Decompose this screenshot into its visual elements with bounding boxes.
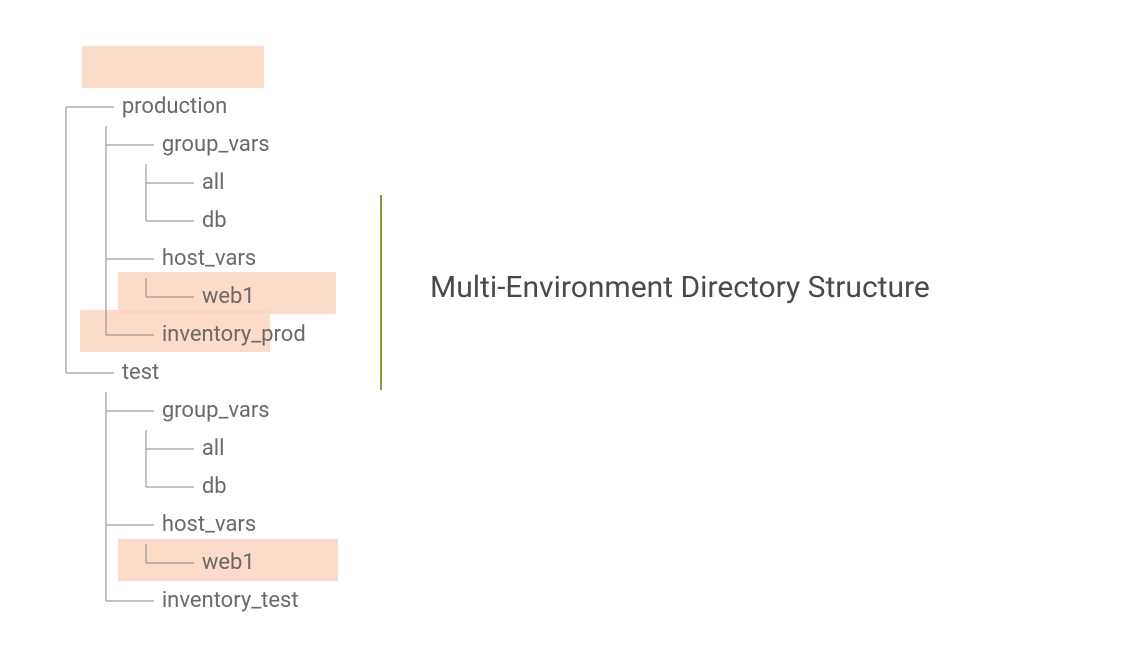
directory-tree: production group_vars all db host_vars — [40, 50, 306, 582]
vertical-divider — [380, 195, 382, 390]
tree-row-all-1: all — [40, 126, 306, 164]
tree-row-test: test — [40, 316, 306, 354]
tree-connector-icon — [62, 582, 162, 620]
tree-row-inventory-prod: inventory_prod — [40, 278, 306, 316]
tree-row-group-vars-2: group_vars — [40, 354, 306, 392]
tree-row-all-2: all — [40, 392, 306, 430]
tree-row-inventory-test: inventory_test — [40, 544, 306, 582]
diagram-title: Multi-Environment Directory Structure — [430, 270, 930, 305]
tree-row-db-2: db — [40, 430, 306, 468]
tree-row-host-vars-1: host_vars — [40, 202, 306, 240]
tree-row-web1-1: web1 — [40, 240, 306, 278]
tree-row-production: production — [40, 50, 306, 88]
tree-label: inventory_test — [162, 588, 299, 613]
tree-row-web1-2: web1 — [40, 506, 306, 544]
tree-row-host-vars-2: host_vars — [40, 468, 306, 506]
tree-row-group-vars-1: group_vars — [40, 88, 306, 126]
tree-row-db-1: db — [40, 164, 306, 202]
